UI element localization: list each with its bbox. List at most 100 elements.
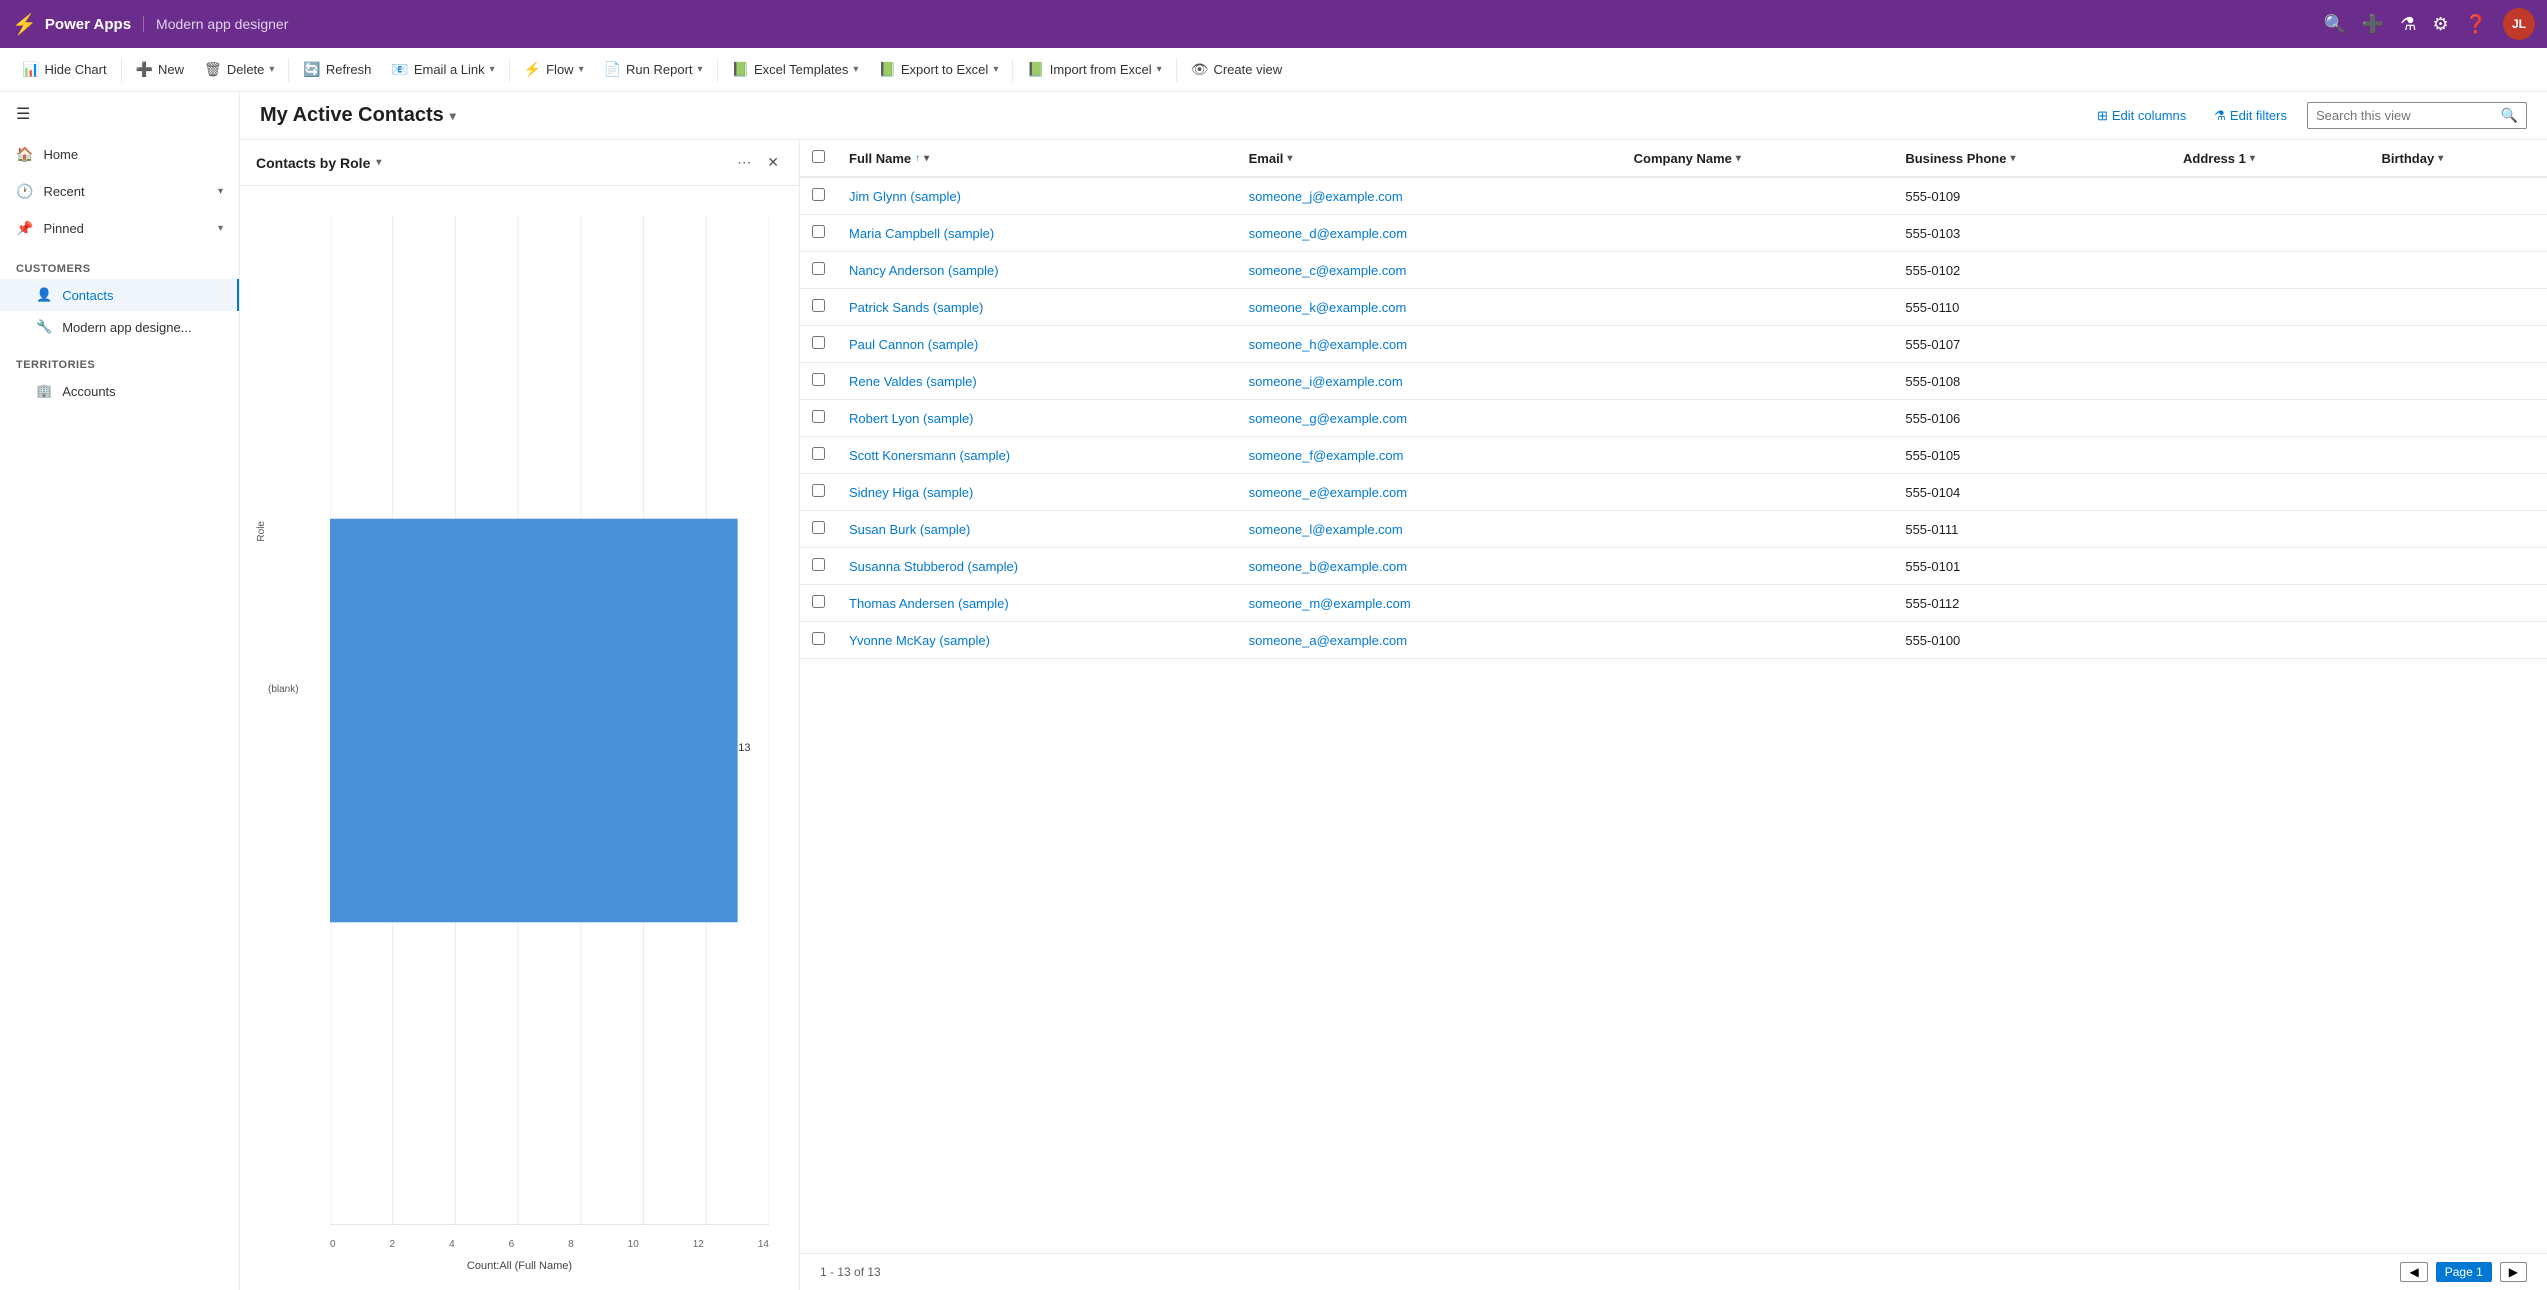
col-address-filter-icon[interactable]: ▾ (2250, 153, 2255, 164)
col-company-label: Company Name (1634, 151, 1732, 166)
row-email[interactable]: someone_h@example.com (1237, 326, 1622, 363)
pinned-chevron-icon: ▾ (218, 223, 223, 234)
refresh-button[interactable]: 🔄 Refresh (293, 55, 381, 84)
row-checkbox[interactable] (812, 484, 825, 497)
hide-chart-button[interactable]: 📊 Hide Chart (12, 55, 117, 84)
row-checkbox[interactable] (812, 188, 825, 201)
col-company-name[interactable]: Company Name ▾ (1622, 140, 1894, 177)
row-checkbox[interactable] (812, 558, 825, 571)
sidebar-item-accounts[interactable]: 🏢 Accounts (0, 375, 239, 407)
col-birthday-filter-icon[interactable]: ▾ (2438, 153, 2443, 164)
row-email[interactable]: someone_a@example.com (1237, 622, 1622, 659)
row-name[interactable]: Jim Glynn (sample) (837, 177, 1237, 215)
row-email[interactable]: someone_f@example.com (1237, 437, 1622, 474)
row-email[interactable]: someone_i@example.com (1237, 363, 1622, 400)
chart-bar[interactable] (330, 519, 738, 923)
hamburger-button[interactable]: ☰ (0, 92, 239, 136)
row-checkbox[interactable] (812, 225, 825, 238)
search-view-icon: 🔍 (2501, 107, 2518, 124)
avatar[interactable]: JL (2503, 8, 2535, 40)
row-checkbox[interactable] (812, 521, 825, 534)
select-all-checkbox[interactable] (812, 150, 825, 163)
row-name[interactable]: Maria Campbell (sample) (837, 215, 1237, 252)
row-email[interactable]: someone_j@example.com (1237, 177, 1622, 215)
col-phone-filter-icon[interactable]: ▾ (2010, 153, 2015, 164)
row-name[interactable]: Robert Lyon (sample) (837, 400, 1237, 437)
search-view-input[interactable] (2316, 108, 2495, 123)
row-checkbox[interactable] (812, 410, 825, 423)
separator-6 (1176, 58, 1177, 82)
row-checkbox[interactable] (812, 447, 825, 460)
row-email[interactable]: someone_k@example.com (1237, 289, 1622, 326)
row-checkbox-cell (800, 585, 837, 622)
search-icon[interactable]: 🔍 (2323, 14, 2345, 35)
col-email-filter-icon[interactable]: ▾ (1287, 153, 1292, 164)
row-name[interactable]: Susanna Stubberod (sample) (837, 548, 1237, 585)
col-birthday[interactable]: Birthday ▾ (2369, 140, 2547, 177)
table-footer: 1 - 13 of 13 ◀ Page 1 ▶ (800, 1253, 2547, 1290)
create-view-button[interactable]: 👁 Create view (1181, 55, 1292, 84)
sidebar-item-modern-app[interactable]: 🔧 Modern app designe... (0, 311, 239, 343)
row-checkbox[interactable] (812, 632, 825, 645)
sidebar-item-home[interactable]: 🏠 Home (0, 136, 239, 173)
prev-page-button[interactable]: ◀ (2400, 1262, 2427, 1282)
row-phone: 555-0108 (1893, 363, 2171, 400)
row-email[interactable]: someone_c@example.com (1237, 252, 1622, 289)
page-1-button[interactable]: Page 1 (2436, 1262, 2492, 1282)
excel-templates-button[interactable]: 📗 Excel Templates ▾ (722, 55, 869, 84)
row-name[interactable]: Yvonne McKay (sample) (837, 622, 1237, 659)
row-email[interactable]: someone_b@example.com (1237, 548, 1622, 585)
row-name[interactable]: Paul Cannon (sample) (837, 326, 1237, 363)
row-email[interactable]: someone_m@example.com (1237, 585, 1622, 622)
col-business-phone[interactable]: Business Phone ▾ (1893, 140, 2171, 177)
row-checkbox[interactable] (812, 373, 825, 386)
view-title-chevron-icon[interactable]: ▾ (450, 109, 456, 123)
delete-button[interactable]: 🗑 Delete ▾ (194, 55, 284, 84)
chart-title-chevron-icon[interactable]: ▾ (376, 157, 381, 168)
col-full-name-filter-icon[interactable]: ▾ (924, 153, 929, 164)
chart-close-button[interactable]: ✕ (763, 150, 783, 175)
email-link-button[interactable]: 📧 Email a Link ▾ (381, 55, 504, 84)
row-name[interactable]: Scott Konersmann (sample) (837, 437, 1237, 474)
new-button[interactable]: ➕ New (126, 55, 194, 84)
row-name[interactable]: Patrick Sands (sample) (837, 289, 1237, 326)
row-name[interactable]: Susan Burk (sample) (837, 511, 1237, 548)
export-excel-button[interactable]: 📗 Export to Excel ▾ (868, 55, 1008, 84)
row-email[interactable]: someone_e@example.com (1237, 474, 1622, 511)
sidebar-item-recent[interactable]: 🕐 Recent ▾ (0, 173, 239, 210)
edit-columns-button[interactable]: ⊞ Edit columns (2089, 104, 2194, 128)
table-row: Robert Lyon (sample) someone_g@example.c… (800, 400, 2547, 437)
row-checkbox[interactable] (812, 595, 825, 608)
row-name[interactable]: Rene Valdes (sample) (837, 363, 1237, 400)
col-company-filter-icon[interactable]: ▾ (1736, 153, 1741, 164)
help-icon[interactable]: ❓ (2465, 14, 2487, 35)
row-email[interactable]: someone_d@example.com (1237, 215, 1622, 252)
import-excel-button[interactable]: 📗 Import from Excel ▾ (1017, 55, 1171, 84)
row-name[interactable]: Sidney Higa (sample) (837, 474, 1237, 511)
row-email[interactable]: someone_l@example.com (1237, 511, 1622, 548)
col-address[interactable]: Address 1 ▾ (2171, 140, 2369, 177)
chart-more-button[interactable]: ⋯ (733, 150, 755, 175)
settings-icon[interactable]: ⚙ (2432, 14, 2448, 35)
topbar: ⚡ Power Apps Modern app designer 🔍 ➕ ⚗ ⚙… (0, 0, 2547, 48)
add-icon[interactable]: ➕ (2362, 14, 2384, 35)
row-checkbox[interactable] (812, 299, 825, 312)
power-apps-icon: ⚡ (12, 12, 37, 37)
edit-filters-button[interactable]: ⚗ Edit filters (2206, 104, 2295, 128)
next-page-button[interactable]: ▶ (2500, 1262, 2527, 1282)
sidebar-item-pinned[interactable]: 📌 Pinned ▾ (0, 210, 239, 247)
row-name[interactable]: Thomas Andersen (sample) (837, 585, 1237, 622)
col-full-name[interactable]: Full Name ↑ ▾ (837, 140, 1237, 177)
run-report-button[interactable]: 📄 Run Report ▾ (594, 55, 713, 84)
flow-button[interactable]: ⚡ Flow ▾ (514, 55, 594, 84)
row-checkbox[interactable] (812, 262, 825, 275)
row-checkbox-cell (800, 622, 837, 659)
filter-icon[interactable]: ⚗ (2400, 14, 2416, 35)
row-email[interactable]: someone_g@example.com (1237, 400, 1622, 437)
sidebar-item-contacts[interactable]: 👤 Contacts (0, 279, 239, 311)
view-header: My Active Contacts ▾ ⊞ Edit columns ⚗ Ed… (240, 92, 2547, 140)
row-name[interactable]: Nancy Anderson (sample) (837, 252, 1237, 289)
row-checkbox[interactable] (812, 336, 825, 349)
content-area: My Active Contacts ▾ ⊞ Edit columns ⚗ Ed… (240, 92, 2547, 1290)
col-email[interactable]: Email ▾ (1237, 140, 1622, 177)
